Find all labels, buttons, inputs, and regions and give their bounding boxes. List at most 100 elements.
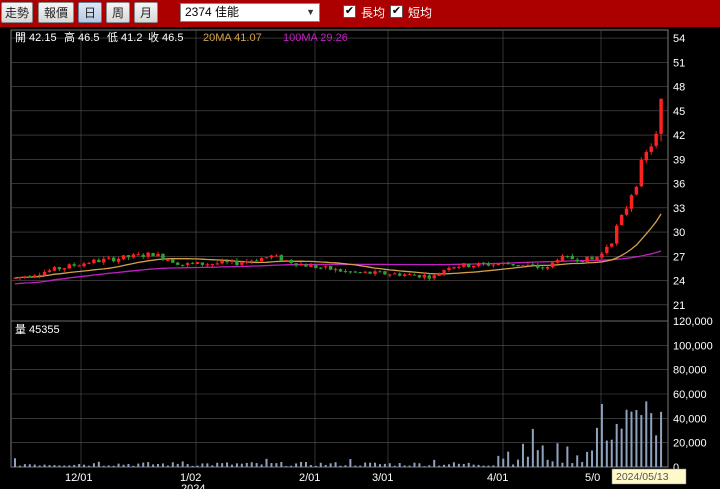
volume-bar <box>226 462 229 467</box>
volume-bar <box>571 463 574 467</box>
stock-select[interactable]: 2374 佳能 ▼ <box>180 3 320 22</box>
candle-body <box>37 274 42 276</box>
volume-bar <box>615 423 618 467</box>
volume-bar <box>566 446 569 467</box>
candle-body <box>412 274 417 276</box>
volume-bar <box>196 465 199 467</box>
grid-lines <box>11 30 668 467</box>
candle-body <box>536 265 540 268</box>
volume-axis: 020,00040,00060,00080,000100,000120,000 <box>673 316 713 474</box>
candle-body <box>97 259 101 263</box>
candle-body <box>624 208 629 215</box>
volume-bar <box>403 465 406 467</box>
date-tick-label: 3/01 <box>372 472 393 484</box>
candle-body <box>62 268 67 270</box>
candle-body <box>156 253 160 257</box>
candle-body <box>388 274 392 276</box>
quote-button[interactable]: 報價 <box>38 2 74 23</box>
candle-body <box>644 152 648 161</box>
candle-body <box>299 264 303 266</box>
candle-body <box>220 260 224 264</box>
candle-body <box>634 186 639 195</box>
candle-body <box>319 267 323 269</box>
trend-button[interactable]: 走勢 <box>1 2 33 23</box>
candle-body <box>393 273 397 275</box>
price-axis: 21 24 27 30 33 36 39 42 45 48 51 54 <box>673 33 685 312</box>
volume-bar <box>586 451 589 467</box>
candle-body <box>136 254 141 256</box>
candle-body <box>176 262 180 265</box>
candle-body <box>550 262 555 268</box>
candle-body <box>654 133 658 146</box>
short-ma-checkbox[interactable]: ✔ <box>390 5 403 18</box>
volume-bar <box>605 440 608 467</box>
daily-button[interactable]: 日 <box>78 2 102 23</box>
candle-body <box>540 267 545 269</box>
date-tick-label: 5/0 <box>585 472 600 484</box>
ma20-line <box>14 213 662 279</box>
volume-bar <box>191 465 194 467</box>
volume-bar <box>541 445 544 467</box>
volume-bar <box>68 465 71 467</box>
volume-bar <box>83 464 86 467</box>
candle-body <box>141 254 145 257</box>
volume-bar <box>467 462 470 467</box>
volume-bar <box>33 464 36 467</box>
candle-body <box>116 258 121 262</box>
candle-body <box>368 271 372 274</box>
volume-bar <box>132 465 135 467</box>
volume-bar <box>245 462 248 467</box>
candle-body <box>353 271 358 273</box>
volume-bar <box>235 463 238 467</box>
candle-body <box>383 271 387 275</box>
volume-bar <box>339 465 342 467</box>
volume-bar <box>364 462 367 467</box>
volume-bar <box>591 450 594 467</box>
volume-bar <box>546 459 549 467</box>
volume-bar <box>640 415 643 467</box>
candle-body <box>585 256 589 262</box>
volume-bar <box>38 465 41 467</box>
volume-bar <box>18 465 21 467</box>
volume-bar <box>551 461 554 467</box>
candle-body <box>432 275 436 279</box>
candle-body <box>575 259 579 262</box>
volume-bar <box>452 462 455 467</box>
candle-body <box>373 271 377 274</box>
price-tick-label: 33 <box>673 203 685 215</box>
candle-body <box>442 270 446 274</box>
candle-body <box>526 265 530 267</box>
long-ma-checkbox[interactable]: ✔ <box>343 5 356 18</box>
volume-tick-label: 120,000 <box>673 316 713 328</box>
volume-bar <box>250 462 253 467</box>
volume-bar <box>280 461 283 467</box>
price-tick-label: 27 <box>673 251 685 263</box>
volume-bar <box>48 465 51 467</box>
volume-bar <box>477 464 480 467</box>
candle-body <box>171 259 175 263</box>
volume-bar <box>14 458 16 467</box>
volume-bar <box>206 463 209 467</box>
volume-tick-label: 80,000 <box>673 365 707 377</box>
candle-body <box>225 260 229 263</box>
candle-body <box>590 257 594 260</box>
candle-body <box>205 264 210 266</box>
candle-body <box>235 260 239 265</box>
weekly-button[interactable]: 周 <box>106 2 130 23</box>
volume-bar <box>433 459 436 467</box>
candlesticks <box>13 98 663 281</box>
candle-body <box>185 263 190 265</box>
volume-bar <box>620 428 623 467</box>
monthly-button[interactable]: 月 <box>134 2 158 23</box>
stock-chart[interactable]: 212427303336394245485154 020,00040,00060… <box>0 27 720 489</box>
candle-body <box>437 273 441 276</box>
candle-body <box>481 262 486 264</box>
volume-bar <box>655 435 658 467</box>
price-tick-label: 48 <box>673 82 685 94</box>
volume-bar <box>127 463 130 467</box>
candle-body <box>378 271 382 273</box>
candle-body <box>47 270 52 273</box>
candle-body <box>82 263 86 267</box>
candle-body <box>274 255 279 257</box>
volume-bar <box>216 462 219 467</box>
